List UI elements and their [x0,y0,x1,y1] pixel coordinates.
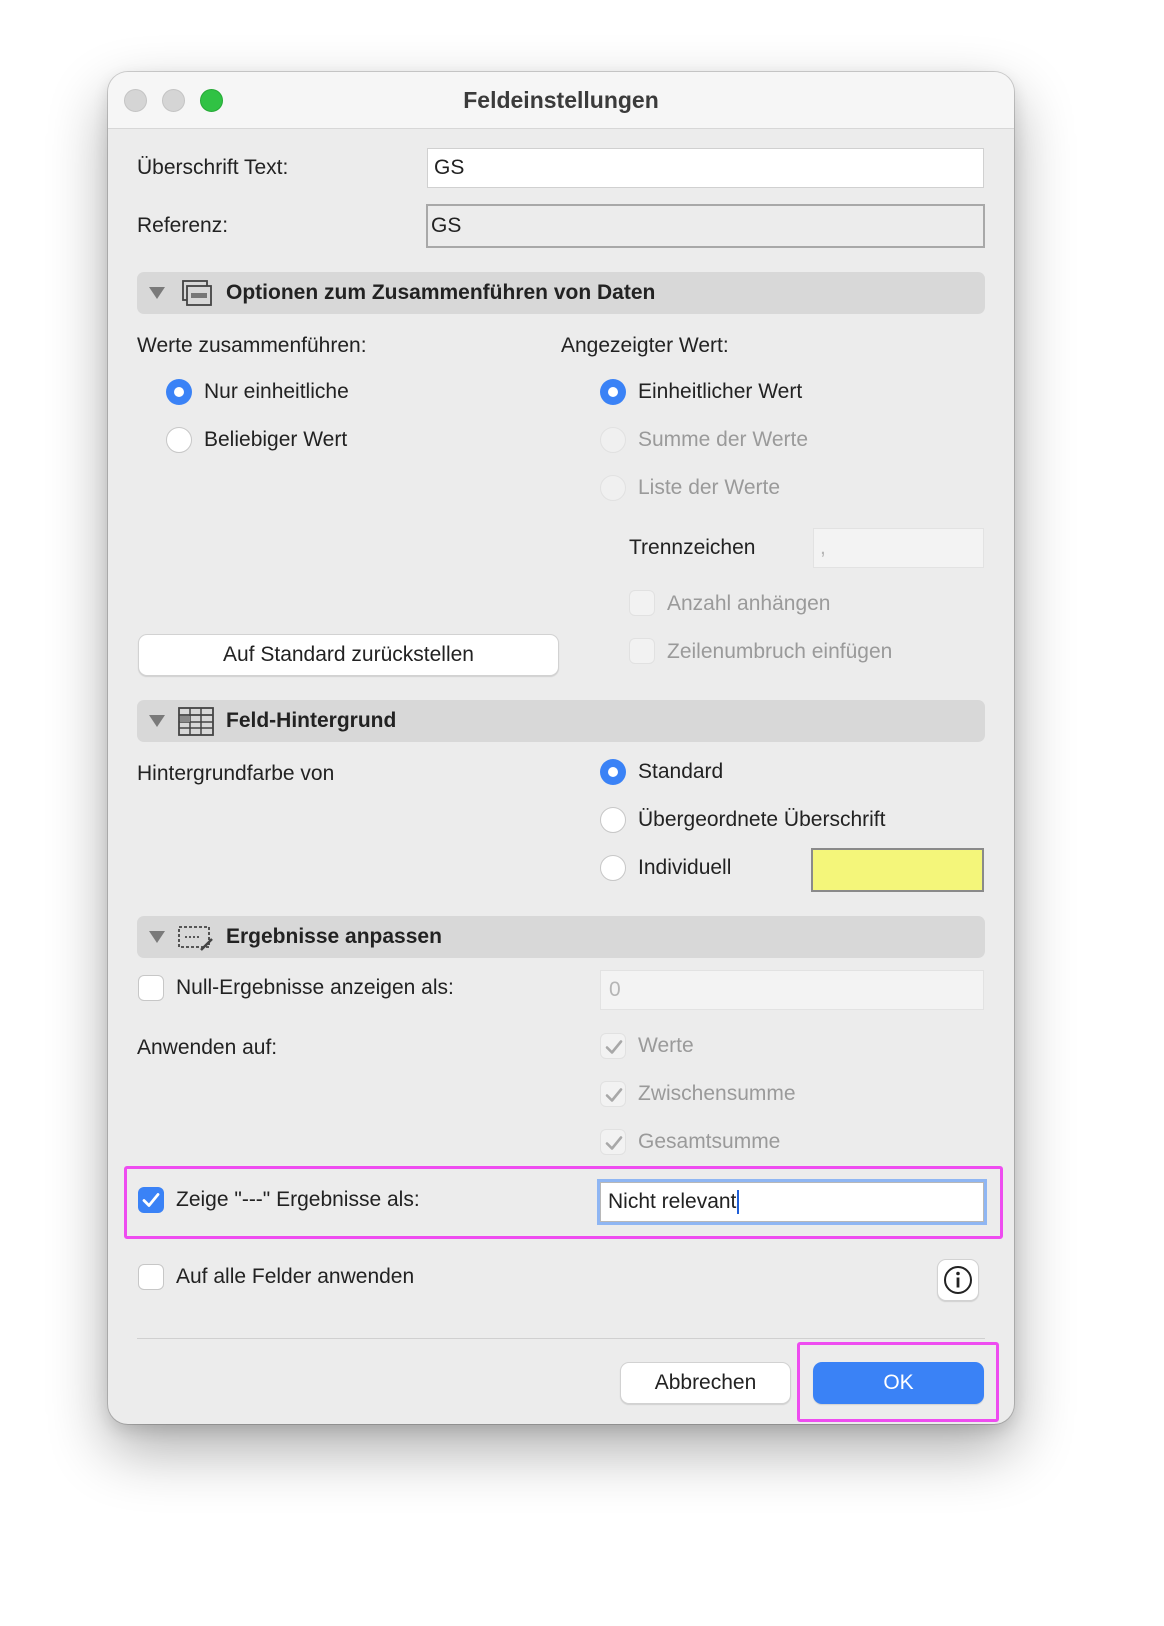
radio-any-value-label: Beliebiger Wert [204,428,348,451]
separator-field: , [813,528,984,568]
apply-subtotal-label: Zwischensumme [638,1082,796,1105]
show-dash-results-checkbox[interactable] [138,1187,164,1213]
apply-to-label: Anwenden auf: [137,1036,278,1059]
radio-any-value[interactable] [166,427,192,453]
show-null-results-checkbox[interactable] [138,975,164,1001]
show-dash-results-label: Zeige "---" Ergebnisse als: [176,1188,420,1211]
heading-text-label: Überschrift Text: [137,156,289,179]
checkmark-icon [605,1136,623,1150]
radio-sum-of-values-label: Summe der Werte [638,428,808,451]
append-count-label: Anzahl anhängen [667,592,831,615]
insert-line-break-checkbox [629,638,655,664]
radio-standard[interactable] [600,759,626,785]
radio-custom-label: Individuell [638,856,732,879]
apply-all-fields-checkbox[interactable] [138,1264,164,1290]
field-background-section-header[interactable]: Feld-Hintergrund [137,700,985,742]
separator-value: , [820,536,826,559]
merge-data-icon [182,280,212,306]
radio-sum-of-values [600,427,626,453]
background-color-from-label: Hintergrundfarbe von [137,762,335,785]
dash-results-field[interactable]: Nicht relevant [600,1182,984,1222]
checkmark-icon [605,1040,623,1054]
window-title: Feldeinstellungen [463,87,659,113]
apply-subtotal-checkbox [600,1081,626,1107]
ok-button[interactable]: OK [813,1362,984,1404]
edit-results-icon [178,926,213,951]
merge-options-section-title: Optionen zum Zusammenführen von Daten [226,281,656,304]
apply-grand-total-label: Gesamtsumme [638,1130,781,1153]
show-null-results-label: Null-Ergebnisse anzeigen als: [176,976,454,999]
merge-values-label: Werte zusammenführen: [137,334,367,357]
radio-uniform-value[interactable] [600,379,626,405]
heading-text-value: GS [434,156,465,179]
radio-standard-label: Standard [638,760,724,783]
null-results-field: 0 [600,970,984,1010]
append-count-checkbox [629,590,655,616]
table-grid-icon [178,707,214,736]
radio-uniform-value-label: Einheitlicher Wert [638,380,803,403]
cancel-button[interactable]: Abbrechen [620,1362,791,1404]
apply-all-fields-label: Auf alle Felder anwenden [176,1265,415,1288]
reset-to-default-button[interactable]: Auf Standard zurückstellen [138,634,559,676]
field-background-section-title: Feld-Hintergrund [226,709,397,732]
radio-list-of-values [600,475,626,501]
dash-results-value: Nicht relevant [608,1190,737,1213]
settings-dialog: Feldeinstellungen Überschrift Text: GS R… [108,72,1014,1424]
apply-grand-total-checkbox [600,1129,626,1155]
info-button[interactable] [937,1259,979,1301]
radio-list-of-values-label: Liste der Werte [638,476,781,499]
radio-only-uniform-label: Nur einheitliche [204,380,349,403]
checkmark-icon [605,1088,623,1102]
title-bar: Feldeinstellungen [108,72,1014,129]
apply-values-checkbox [600,1033,626,1059]
apply-values-label: Werte [638,1034,694,1057]
heading-text-field[interactable]: GS [427,148,984,188]
radio-only-uniform[interactable] [166,379,192,405]
adjust-results-section-title: Ergebnisse anpassen [226,925,442,948]
disclosure-triangle-icon[interactable] [149,931,165,943]
null-results-value: 0 [609,978,621,1001]
reference-label: Referenz: [137,214,229,237]
insert-line-break-label: Zeilenumbruch einfügen [667,640,893,663]
radio-parent-heading[interactable] [600,807,626,833]
reference-field: GS [426,204,985,248]
radio-parent-heading-label: Übergeordnete Überschrift [638,808,886,831]
displayed-value-label: Angezeigter Wert: [561,334,729,357]
separator-label: Trennzeichen [629,536,756,559]
custom-color-well[interactable] [811,848,984,892]
reference-value: GS [431,214,462,237]
info-icon [944,1266,972,1294]
merge-options-section-header[interactable]: Optionen zum Zusammenführen von Daten [137,272,985,314]
text-caret [737,1190,740,1214]
radio-custom[interactable] [600,855,626,881]
footer-separator [137,1338,985,1339]
checkmark-icon [142,1193,160,1207]
adjust-results-section-header[interactable]: Ergebnisse anpassen [137,916,985,958]
disclosure-triangle-icon[interactable] [149,287,165,299]
disclosure-triangle-icon[interactable] [149,715,165,727]
